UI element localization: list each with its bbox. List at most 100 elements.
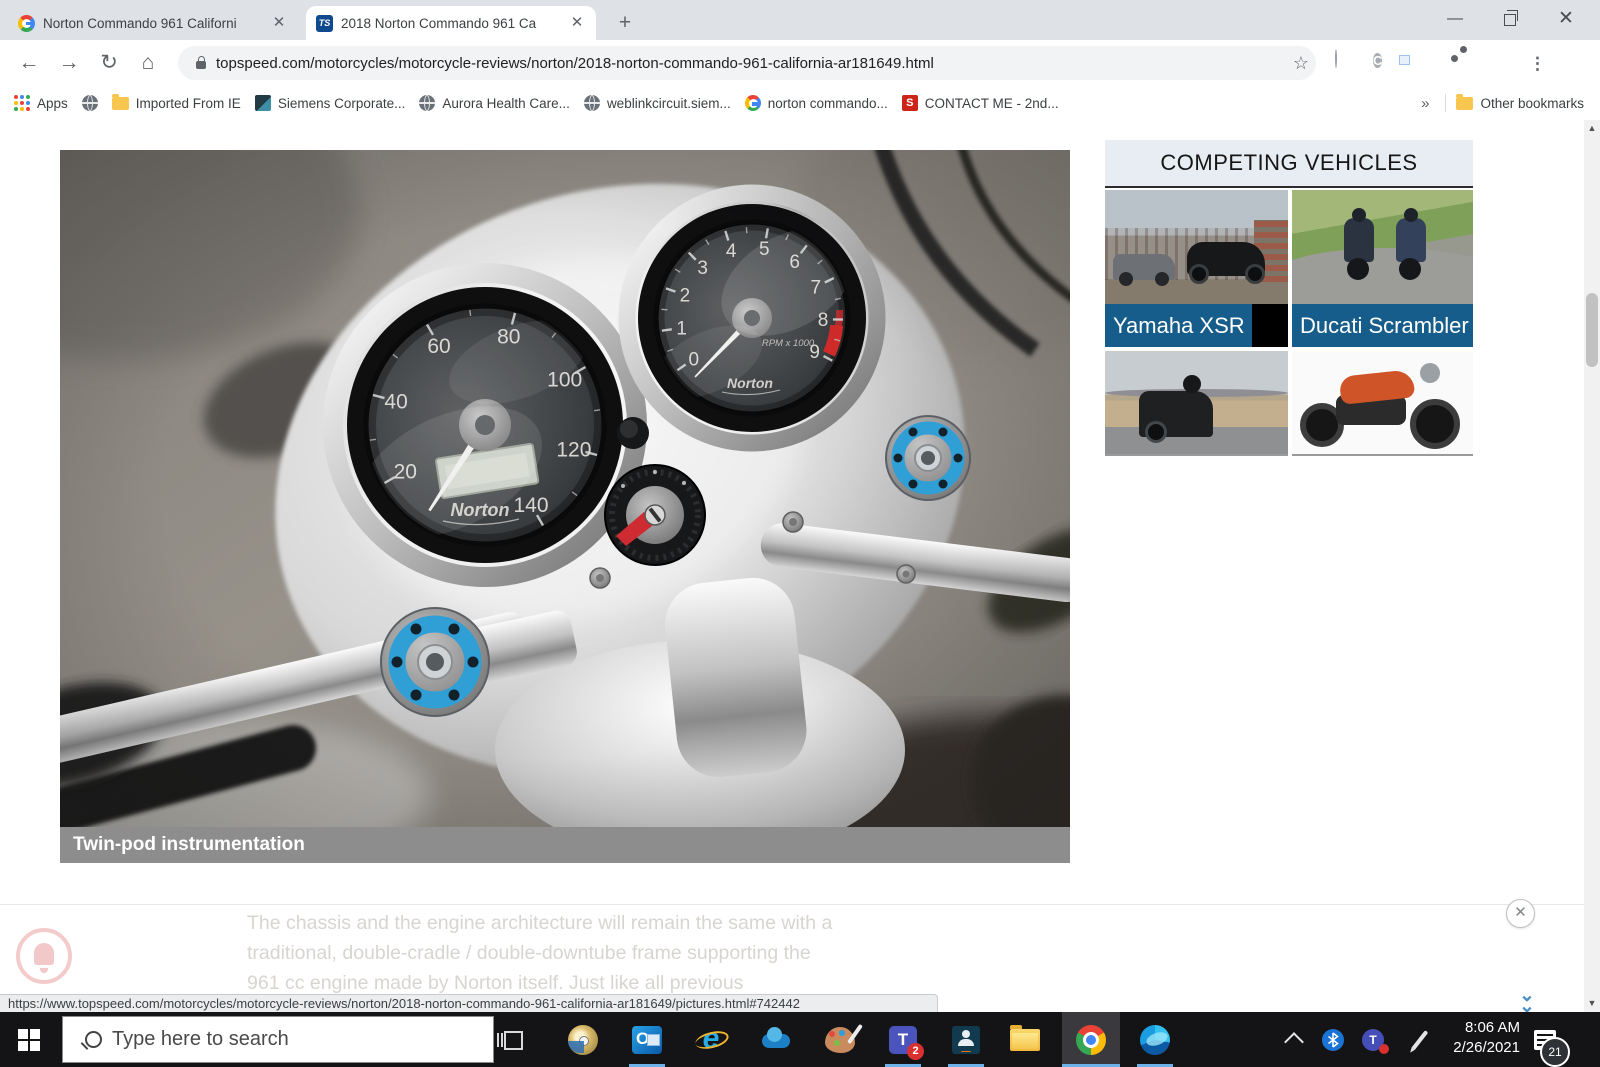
internet-explorer-icon: e: [696, 1025, 726, 1055]
vehicle-label[interactable]: Ducati Scrambler: [1292, 304, 1473, 347]
article-photo[interactable]: 20406080100120140 Norton: [60, 150, 1070, 827]
scrollbar-down-arrow[interactable]: ▼: [1584, 995, 1600, 1012]
folder-icon: [1456, 97, 1473, 110]
scroll-down-chevrons-icon[interactable]: ⌄⌄: [1514, 990, 1540, 1012]
bookmark-star-icon[interactable]: ☆: [1286, 53, 1316, 74]
content-divider: [0, 904, 1584, 905]
taskbar-outlook[interactable]: [618, 1012, 676, 1067]
contact-s-icon: S: [902, 95, 918, 111]
page-url[interactable]: topspeed.com/motorcycles/motorcycle-revi…: [216, 55, 1286, 72]
clock-date: 2/26/2021: [1412, 1038, 1520, 1058]
competing-vehicles-widget: COMPETING VEHICLES Yamaha XSR Ducati Scr…: [1105, 140, 1473, 456]
globe-icon: [82, 95, 98, 111]
vehicle-thumbnail-image[interactable]: [1105, 351, 1288, 456]
bookmark-label: weblinkcircuit.siem...: [607, 96, 731, 111]
bookmark-item[interactable]: [82, 95, 98, 111]
window-minimize-button[interactable]: —: [1430, 0, 1480, 38]
task-view-button[interactable]: [480, 1012, 538, 1067]
teams-tray[interactable]: T: [1362, 1012, 1384, 1067]
back-icon[interactable]: ←: [14, 49, 44, 77]
bluetooth-tray[interactable]: [1322, 1012, 1344, 1067]
taskbar-company-portal[interactable]: [937, 1012, 995, 1067]
reload-icon[interactable]: ↻: [94, 49, 124, 77]
task-view-icon: [497, 1030, 521, 1050]
bookmark-label: Other bookmarks: [1480, 96, 1584, 111]
taskbar-file-explorer[interactable]: [996, 1012, 1054, 1067]
other-bookmarks-folder[interactable]: Other bookmarks: [1456, 96, 1584, 111]
bookmarks-bar: Apps Imported From IE Siemens Corporate.…: [0, 86, 1600, 121]
taskbar-zscaler[interactable]: [747, 1012, 805, 1067]
bookmarks-overflow-chevron[interactable]: »: [1421, 95, 1429, 112]
topspeed-favicon-icon: TS: [316, 15, 333, 32]
disc-burner-icon: [568, 1025, 598, 1055]
status-bar-url: https://www.topspeed.com/motorcycles/mot…: [0, 994, 938, 1012]
bookmark-aurora[interactable]: Aurora Health Care...: [419, 95, 570, 111]
ad-close-button[interactable]: ✕: [1506, 899, 1535, 928]
extension-c-icon[interactable]: C: [1371, 50, 1399, 78]
bookmark-imported-from-ie[interactable]: Imported From IE: [112, 96, 241, 111]
competing-vehicle-trike[interactable]: [1105, 351, 1288, 456]
tab-close-icon[interactable]: ✕: [568, 14, 586, 32]
page-scrollbar[interactable]: [1584, 120, 1600, 1012]
extension-circle-icon[interactable]: [1332, 50, 1360, 78]
notification-count-badge[interactable]: 21: [1540, 1037, 1570, 1067]
notification-bell-icon[interactable]: [16, 928, 72, 984]
photo-caption: Twin-pod instrumentation: [60, 827, 1070, 863]
taskbar-clock[interactable]: 8:06 AM 2/26/2021: [1412, 1018, 1520, 1067]
vehicle-thumbnail-image[interactable]: [1292, 190, 1473, 304]
teams-icon: T 2: [889, 1026, 917, 1054]
google-favicon-icon: [18, 15, 35, 32]
tab-active[interactable]: TS 2018 Norton Commando 961 Ca ✕: [306, 6, 596, 40]
start-button[interactable]: [0, 1012, 58, 1067]
photo-vignette: [60, 150, 1070, 827]
bookmark-label: norton commando...: [768, 96, 888, 111]
taskbar-disc-burner[interactable]: [554, 1012, 612, 1067]
bookmark-norton-commando[interactable]: norton commando...: [745, 95, 888, 111]
taskbar-edge[interactable]: [1126, 1012, 1184, 1067]
bluetooth-icon: [1322, 1029, 1344, 1051]
competing-vehicle-bobber[interactable]: [1292, 351, 1473, 456]
bookmarks-separator: [1445, 94, 1446, 112]
taskbar-internet-explorer[interactable]: e: [682, 1012, 740, 1067]
vehicle-label[interactable]: Yamaha XSR: [1105, 304, 1288, 347]
forward-icon[interactable]: →: [54, 49, 84, 77]
vehicle-thumbnail-image[interactable]: [1292, 351, 1473, 456]
home-icon[interactable]: ⌂: [133, 49, 163, 77]
tab-title: Norton Commando 961 Californi: [43, 16, 262, 31]
apps-grid-icon: [14, 95, 30, 111]
competing-vehicle-ducati-scrambler[interactable]: Ducati Scrambler: [1292, 190, 1473, 347]
paint-3d-icon: [825, 1027, 855, 1053]
search-icon: [85, 1031, 102, 1048]
bookmark-weblinkcircuit[interactable]: weblinkcircuit.siem...: [584, 95, 731, 111]
taskbar-paint3d[interactable]: [811, 1012, 869, 1067]
sidebar-title: COMPETING VEHICLES: [1105, 140, 1473, 188]
tab-inactive[interactable]: Norton Commando 961 Californi ✕: [8, 6, 298, 40]
article-figure: 20406080100120140 Norton: [60, 150, 1070, 863]
hidden-icons-chevron[interactable]: [1280, 1012, 1308, 1067]
profile-avatar-icon[interactable]: [1488, 50, 1516, 78]
taskbar-chrome[interactable]: [1062, 1012, 1120, 1067]
zscaler-icon: [760, 1030, 792, 1050]
bookmark-apps[interactable]: Apps: [14, 95, 68, 111]
window-close-button[interactable]: ✕: [1541, 0, 1591, 38]
vehicle-thumbnail-image[interactable]: [1105, 190, 1288, 304]
bookmark-label: Imported From IE: [136, 96, 241, 111]
address-bar[interactable]: topspeed.com/motorcycles/motorcycle-revi…: [178, 46, 1316, 80]
lock-icon[interactable]: [196, 61, 206, 69]
scrollbar-up-arrow[interactable]: ▲: [1584, 120, 1600, 137]
teams-alert-dot: [1379, 1044, 1389, 1054]
outlook-extension-icon[interactable]: [1410, 50, 1438, 78]
bookmark-siemens[interactable]: Siemens Corporate...: [255, 95, 406, 111]
browser-menu-icon[interactable]: ⋮: [1529, 50, 1557, 78]
competing-vehicle-yamaha-xsr[interactable]: Yamaha XSR: [1105, 190, 1288, 347]
extensions-puzzle-icon[interactable]: [1449, 50, 1477, 78]
globe-icon: [419, 95, 435, 111]
bookmark-contact-me[interactable]: S CONTACT ME - 2nd...: [902, 95, 1059, 111]
scrollbar-thumb[interactable]: [1586, 293, 1598, 367]
taskbar-teams[interactable]: T 2: [874, 1012, 932, 1067]
window-restore-button[interactable]: [1485, 0, 1535, 38]
new-tab-button[interactable]: +: [612, 10, 638, 36]
tab-close-icon[interactable]: ✕: [270, 14, 288, 32]
windows-logo-icon: [18, 1029, 40, 1051]
taskbar-search-box[interactable]: Type here to search: [62, 1016, 494, 1063]
